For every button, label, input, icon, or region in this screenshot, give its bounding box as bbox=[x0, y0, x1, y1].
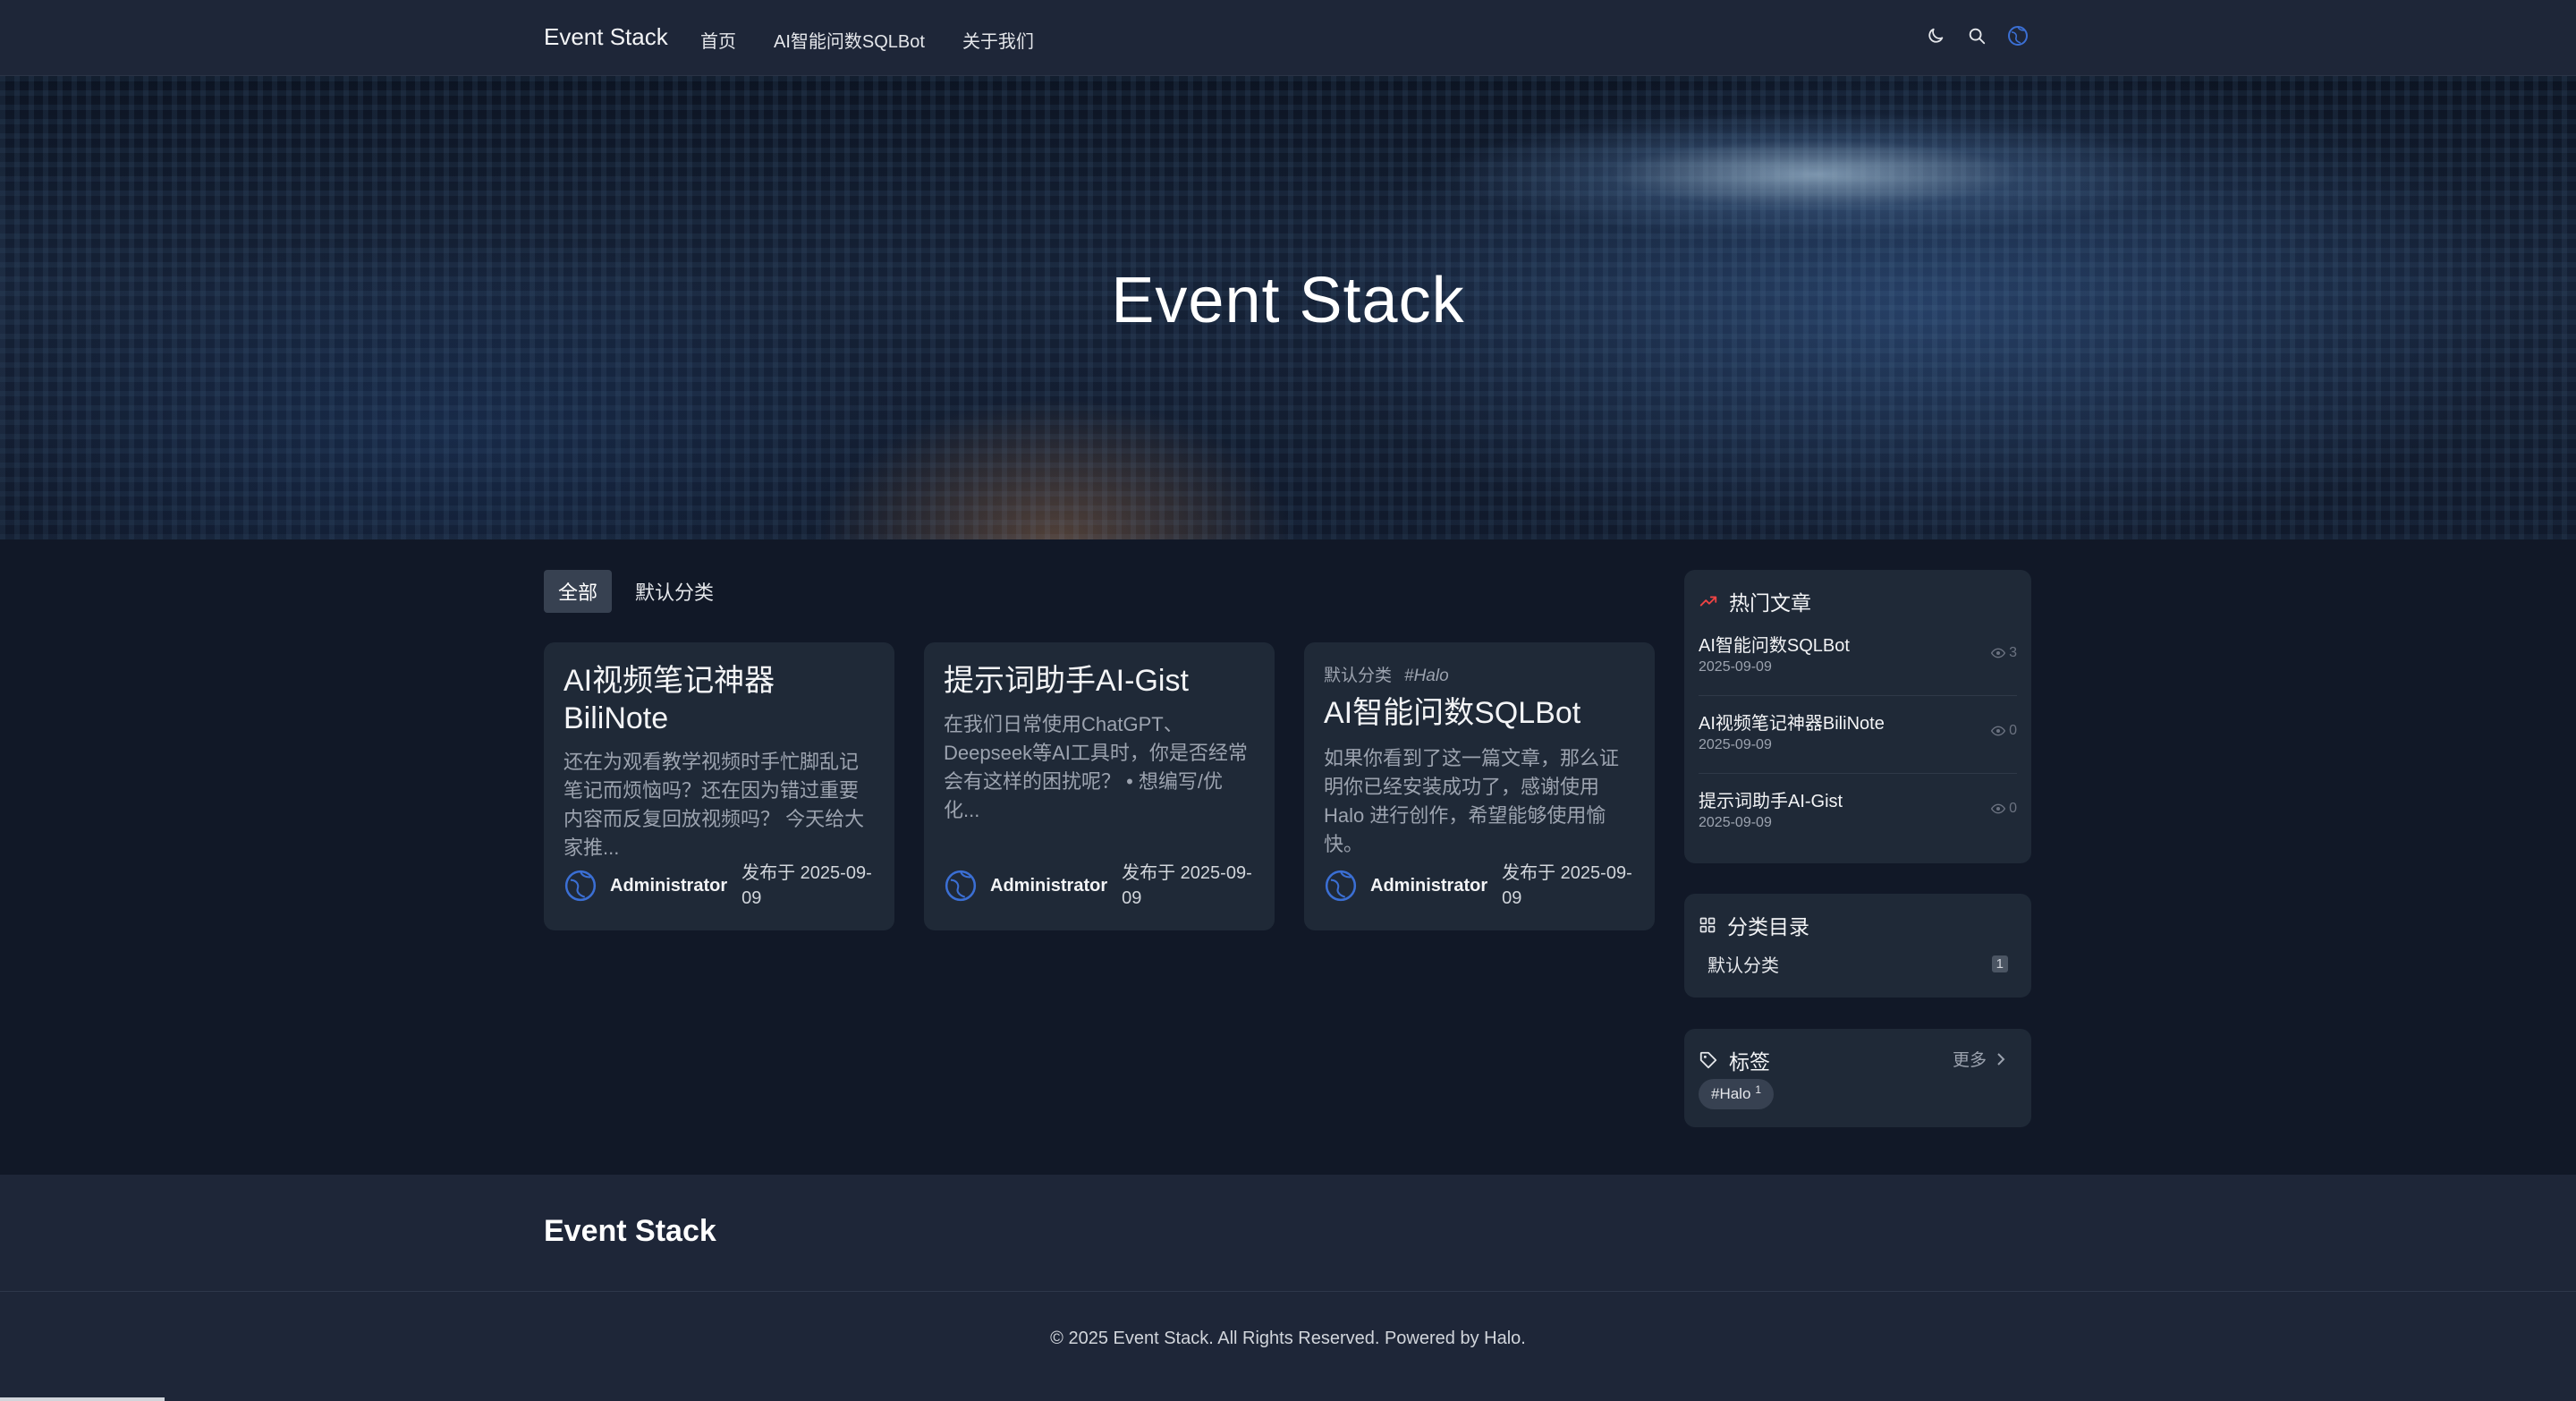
moon-icon[interactable] bbox=[1923, 23, 1948, 48]
search-icon[interactable] bbox=[1964, 23, 1989, 48]
chevron-right-icon bbox=[1997, 1052, 2005, 1066]
post-card[interactable]: 提示词助手AI-Gist 在我们日常使用ChatGPT、Deepseek等AI工… bbox=[924, 642, 1275, 930]
post-card[interactable]: 默认分类 #Halo AI智能问数SQLBot 如果你看到了这一篇文章，那么证明你… bbox=[1304, 642, 1655, 930]
footer-brand[interactable]: Event Stack bbox=[544, 1214, 716, 1249]
nav-link-home[interactable]: 首页 bbox=[700, 27, 736, 53]
category-tabs: 全部 默认分类 bbox=[544, 570, 728, 613]
post-date: 发布于 2025-09-09 bbox=[741, 863, 872, 908]
tag-count: 1 bbox=[1755, 1083, 1762, 1096]
eye-icon bbox=[1991, 648, 2006, 658]
avatar-icon[interactable] bbox=[2005, 23, 2030, 48]
hot-post-item[interactable]: AI视频笔记神器BiliNote 2025-09-09 0 bbox=[1699, 696, 2017, 774]
post-date: 发布于 2025-09-09 bbox=[1122, 863, 1252, 908]
post-tag[interactable]: #Halo bbox=[1404, 667, 1449, 685]
post-author: Administrator 发布于 2025-09-09 bbox=[1324, 861, 1636, 911]
hot-post-views: 0 bbox=[1991, 723, 2017, 739]
tags-panel: 标签 更多 #Halo 1 bbox=[1684, 1029, 2031, 1127]
hero-title: Event Stack bbox=[1111, 265, 1465, 336]
tab-default-category[interactable]: 默认分类 bbox=[621, 570, 728, 613]
top-navbar: Event Stack 首页 AI智能问数SQLBot 关于我们 bbox=[0, 0, 2576, 76]
categories-panel: 分类目录 默认分类 1 bbox=[1684, 894, 2031, 998]
hot-posts-title: 热门文章 bbox=[1729, 591, 1811, 615]
tag-icon bbox=[1699, 1051, 1717, 1069]
category-item[interactable]: 默认分类 1 bbox=[1707, 951, 2008, 977]
hot-post-title[interactable]: AI智能问数SQLBot bbox=[1699, 631, 1850, 657]
eye-icon bbox=[1991, 726, 2006, 736]
post-title[interactable]: AI视频笔记神器BiliNote bbox=[564, 662, 875, 737]
post-date: 发布于 2025-09-09 bbox=[1502, 863, 1632, 908]
post-card[interactable]: AI视频笔记神器BiliNote 还在为观看教学视频时手忙脚乱记笔记而烦恼吗？还… bbox=[544, 642, 894, 930]
hot-post-views: 3 bbox=[1991, 645, 2017, 661]
post-excerpt: 在我们日常使用ChatGPT、Deepseek等AI工具时，你是否经常会有这样的… bbox=[944, 713, 1248, 821]
author-name: Administrator bbox=[610, 875, 728, 896]
site-brand[interactable]: Event Stack bbox=[544, 23, 668, 51]
author-avatar-icon bbox=[564, 869, 597, 903]
author-avatar-icon bbox=[944, 869, 978, 903]
hot-post-item[interactable]: 提示词助手AI-Gist 2025-09-09 0 bbox=[1699, 774, 2017, 851]
nav-links: 首页 AI智能问数SQLBot 关于我们 bbox=[700, 27, 1072, 53]
post-meta: 默认分类 #Halo bbox=[1324, 662, 1449, 686]
tag-name[interactable]: #Halo bbox=[1711, 1085, 1750, 1103]
tags-header: 标签 bbox=[1699, 1045, 1770, 1075]
hot-posts-panel: 热门文章 AI智能问数SQLBot 2025-09-09 3 AI视频笔记神器B… bbox=[1684, 570, 2031, 863]
footer: Event Stack bbox=[0, 1175, 2576, 1292]
tags-more-link[interactable]: 更多 bbox=[1953, 1047, 2006, 1071]
category-name[interactable]: 默认分类 bbox=[1707, 951, 1779, 977]
trending-icon bbox=[1699, 596, 1717, 607]
post-title[interactable]: AI智能问数SQLBot bbox=[1324, 694, 1635, 732]
author-name: Administrator bbox=[990, 875, 1108, 896]
post-author: Administrator 发布于 2025-09-09 bbox=[944, 861, 1256, 911]
footer-bottom: © 2025 Event Stack. All Rights Reserved.… bbox=[0, 1292, 2576, 1401]
grid-icon bbox=[1699, 917, 1716, 933]
hot-post-date: 2025-09-09 bbox=[1699, 659, 1772, 675]
tab-all[interactable]: 全部 bbox=[544, 570, 613, 613]
hot-post-title[interactable]: 提示词助手AI-Gist bbox=[1699, 786, 1843, 812]
hot-post-views: 0 bbox=[1991, 801, 2017, 817]
tags-title: 标签 bbox=[1729, 1050, 1770, 1074]
tag-chip[interactable]: #Halo 1 bbox=[1699, 1079, 1775, 1109]
author-name: Administrator bbox=[1370, 875, 1488, 896]
nav-actions bbox=[1923, 23, 2030, 48]
categories-title: 分类目录 bbox=[1727, 915, 1809, 938]
post-category[interactable]: 默认分类 bbox=[1324, 667, 1392, 685]
post-title[interactable]: 提示词助手AI-Gist bbox=[944, 662, 1255, 700]
eye-icon bbox=[1991, 803, 2006, 814]
hot-post-title[interactable]: AI视频笔记神器BiliNote bbox=[1699, 709, 1885, 734]
hot-post-item[interactable]: AI智能问数SQLBot 2025-09-09 3 bbox=[1699, 618, 2017, 696]
categories-header: 分类目录 bbox=[1699, 910, 1809, 940]
hot-post-date: 2025-09-09 bbox=[1699, 815, 1772, 830]
category-count: 1 bbox=[1991, 955, 2008, 972]
hero-banner: Event Stack bbox=[0, 76, 2576, 539]
post-excerpt: 还在为观看教学视频时手忙脚乱记笔记而烦恼吗？还在因为错过重要内容而反复回放视频吗… bbox=[564, 751, 865, 859]
author-avatar-icon bbox=[1324, 869, 1358, 903]
copyright-text: © 2025 Event Stack. All Rights Reserved.… bbox=[1050, 1329, 1526, 1348]
post-excerpt: 如果你看到了这一篇文章，那么证明你已经安装成功了，感谢使用 Halo 进行创作，… bbox=[1324, 747, 1620, 855]
nav-link-sqlbot[interactable]: AI智能问数SQLBot bbox=[774, 27, 925, 53]
hot-post-date: 2025-09-09 bbox=[1699, 737, 1772, 752]
nav-link-about[interactable]: 关于我们 bbox=[962, 27, 1034, 53]
scroll-progress-bar bbox=[0, 1397, 165, 1401]
hot-posts-header: 热门文章 bbox=[1699, 586, 1811, 616]
post-author: Administrator 发布于 2025-09-09 bbox=[564, 861, 876, 911]
